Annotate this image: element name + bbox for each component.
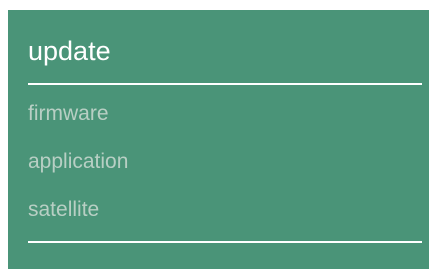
menu-item-satellite[interactable]: satellite <box>28 198 128 222</box>
menu-item-application[interactable]: application <box>28 150 128 174</box>
update-menu: firmware application satellite <box>28 102 128 246</box>
panel-title: update <box>28 36 111 66</box>
menu-item-firmware[interactable]: firmware <box>28 102 128 126</box>
top-divider <box>28 83 422 85</box>
bottom-divider <box>28 241 422 243</box>
update-panel: update firmware application satellite <box>8 10 429 269</box>
